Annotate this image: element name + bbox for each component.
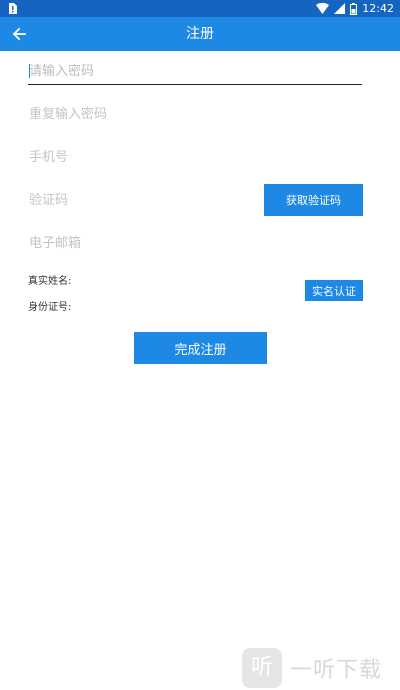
watermark: 听 一听下载	[242, 648, 382, 688]
get-code-button[interactable]: 获取验证码	[264, 184, 363, 216]
status-icons: 12:42	[316, 0, 394, 17]
complete-register-button[interactable]: 完成注册	[134, 332, 267, 364]
page-title: 注册	[186, 26, 214, 42]
app-bar: 注册	[0, 17, 400, 51]
battery-icon	[350, 2, 358, 15]
register-screen: 12:42 注册 获取验证码 真实姓名: 身份证号: 实名认证 完成注册 听 一…	[0, 0, 400, 690]
watermark-logo: 听	[242, 648, 282, 688]
signal-icon	[334, 3, 346, 14]
back-button[interactable]	[8, 23, 30, 45]
email-input[interactable]	[28, 230, 362, 256]
wifi-icon	[316, 3, 330, 14]
id-number-label: 身份证号:	[28, 302, 72, 313]
arrow-left-icon	[12, 27, 26, 41]
repeat-password-input[interactable]	[28, 101, 362, 127]
real-name-label: 真实姓名:	[28, 276, 72, 287]
sim-alert-icon	[9, 3, 17, 14]
verification-code-input[interactable]	[28, 187, 249, 213]
phone-input[interactable]	[28, 144, 249, 170]
password-input[interactable]	[28, 58, 362, 85]
text-cursor	[29, 64, 30, 78]
status-bar: 12:42	[0, 0, 400, 17]
status-time: 12:42	[362, 2, 394, 15]
real-name-verify-button[interactable]: 实名认证	[305, 280, 363, 301]
watermark-text: 一听下载	[290, 658, 383, 683]
